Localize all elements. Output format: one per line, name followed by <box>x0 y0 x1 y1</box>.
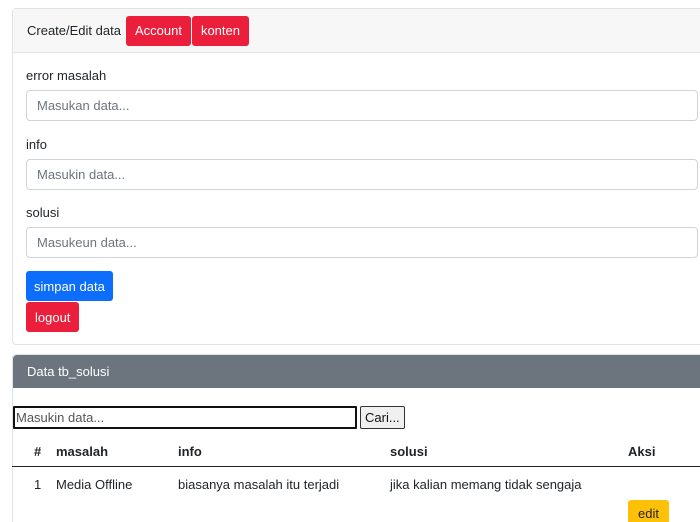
row-masalah: Media Offline <box>56 477 133 492</box>
error-masalah-input[interactable] <box>26 90 698 121</box>
search-input[interactable] <box>13 406 357 429</box>
table-card-header: Data tb_solusi <box>13 355 700 388</box>
column-header-number: # <box>34 444 42 459</box>
row-number: 1 <box>34 477 42 492</box>
data-table-card: Data tb_solusi <box>12 354 700 522</box>
row-info: biasanya masalah itu terjadi <box>178 477 340 492</box>
column-header-solusi: solusi <box>390 444 428 459</box>
simpan-data-button[interactable]: simpan data <box>26 271 113 301</box>
logout-button[interactable]: logout <box>26 302 80 332</box>
solusi-input[interactable] <box>26 227 698 258</box>
error-masalah-label: error masalah <box>26 68 107 83</box>
solusi-label: solusi <box>26 205 60 220</box>
edit-button[interactable]: edit <box>628 500 669 522</box>
search-button[interactable]: Cari... <box>360 406 405 429</box>
column-header-masalah: masalah <box>56 444 109 459</box>
account-button[interactable]: Account <box>125 15 191 46</box>
column-header-info: info <box>178 444 202 459</box>
card-header: Create/Edit data Account konten <box>13 9 700 53</box>
table-header-divider <box>12 466 700 467</box>
info-input[interactable] <box>26 159 698 190</box>
column-header-aksi: Aksi <box>628 444 656 459</box>
konten-button[interactable]: konten <box>191 15 249 46</box>
card-header-title: Create/Edit data <box>27 23 121 38</box>
row-solusi: jika kalian memang tidak sengaja <box>390 477 582 492</box>
info-label: info <box>26 137 47 152</box>
